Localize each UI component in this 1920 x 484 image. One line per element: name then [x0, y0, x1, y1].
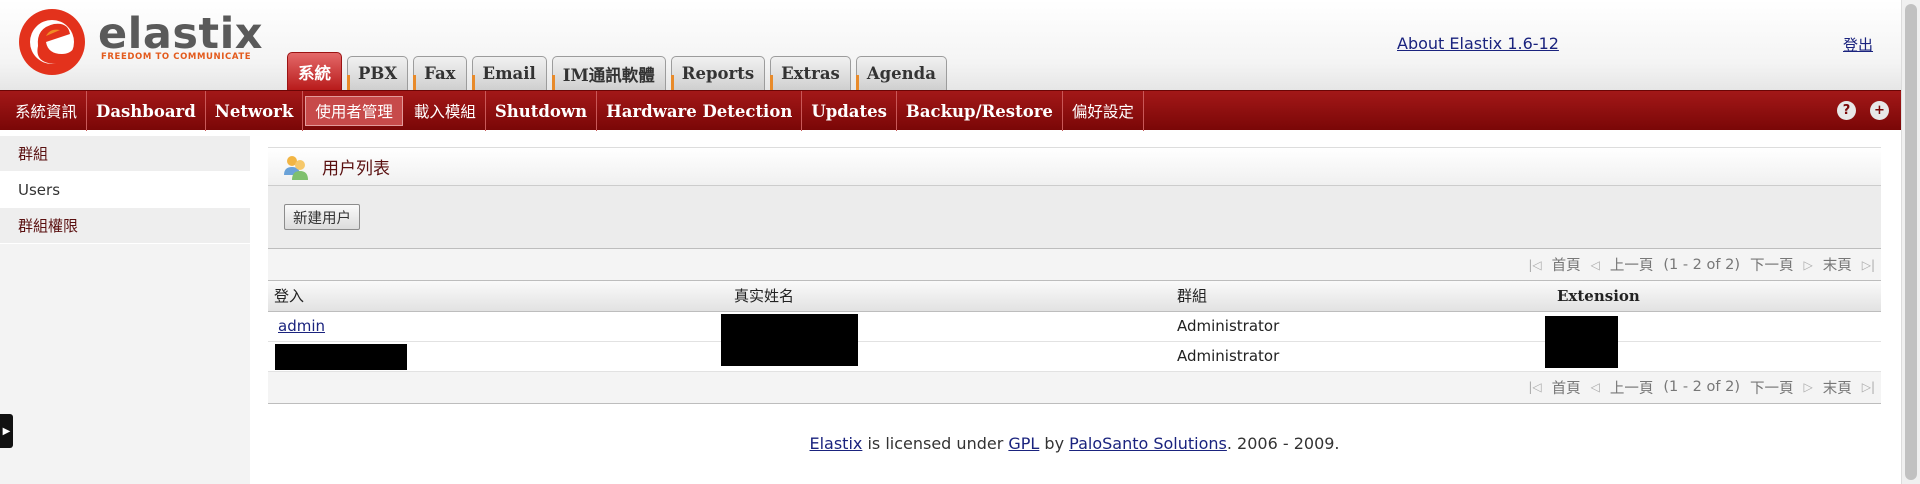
menu-icons: ? + — [1837, 101, 1889, 120]
palosanto-link[interactable]: PaloSanto Solutions — [1069, 434, 1227, 453]
users-table: 登入 真实姓名 群組 Extension admin Administrator… — [268, 281, 1881, 372]
cell-extension — [1545, 311, 1881, 342]
cell-group: Administrator — [1171, 341, 1551, 372]
page-title: 用户列表 — [322, 159, 390, 179]
toolbar: 新建用户 — [268, 185, 1881, 249]
header: elastix FREEDOM TO COMMUNICATE 系統 PBX Fa… — [0, 0, 1901, 91]
first-page-icon: |◁ — [1528, 257, 1542, 272]
footer: Elastix is licensed under GPL by PaloSan… — [268, 434, 1881, 453]
menu-item-dashboard[interactable]: Dashboard — [87, 91, 206, 131]
users-icon — [282, 153, 310, 181]
cell-group: Administrator — [1171, 311, 1551, 342]
pager-range: (1 - 2 of 2) — [1663, 379, 1740, 395]
menu-item-updates[interactable]: Updates — [802, 91, 897, 131]
menu-item-backup-restore[interactable]: Backup/Restore — [897, 91, 1063, 131]
first-page-icon: |◁ — [1528, 380, 1542, 394]
redacted-block — [1545, 337, 1618, 368]
column-header-extension[interactable]: Extension — [1551, 281, 1881, 312]
menu-bar: 系統資訊 Dashboard Network 使用者管理 載入模組 Shutdo… — [0, 90, 1901, 131]
cell-extension — [1545, 337, 1881, 372]
next-page-icon: ▷ — [1803, 257, 1813, 272]
elastix-logo[interactable]: elastix FREEDOM TO COMMUNICATE — [16, 2, 263, 82]
main-content: 用户列表 新建用户 |◁ 首頁 ◁ 上一頁 (1 - 2 of 2) 下一頁 ▷… — [268, 147, 1881, 404]
user-login-link[interactable]: admin — [274, 317, 325, 335]
pager-first[interactable]: 首頁 — [1552, 254, 1581, 275]
pager-prev[interactable]: 上一頁 — [1610, 254, 1654, 275]
tab-agenda[interactable]: Agenda — [855, 56, 947, 91]
logout-link[interactable]: 登出 — [1843, 34, 1873, 55]
tab-email[interactable]: Email — [471, 56, 547, 91]
sidebar-item-groups[interactable]: 群組 — [0, 136, 250, 172]
table-row: admin Administrator — [268, 311, 1881, 344]
about-link[interactable]: About Elastix 1.6-12 — [1397, 34, 1559, 53]
footer-text: . 2006 - 2009. — [1226, 434, 1340, 453]
help-icon[interactable]: ? — [1837, 101, 1856, 120]
cell-login: admin — [268, 311, 728, 342]
tab-fax[interactable]: Fax — [413, 56, 467, 91]
module-tabs: 系統 PBX Fax Email IM通訊軟體 Reports Extras A… — [287, 52, 952, 91]
tab-system[interactable]: 系統 — [287, 52, 342, 90]
footer-text: by — [1039, 434, 1070, 453]
sidebar-toggle-arrow-icon[interactable]: ▶ — [0, 414, 13, 448]
redacted-block — [721, 337, 858, 366]
scrollbar-thumb[interactable] — [1905, 4, 1917, 480]
new-user-button[interactable]: 新建用户 — [284, 204, 360, 230]
table-header-row: 登入 真实姓名 群組 Extension — [268, 281, 1881, 312]
submenu: 系統資訊 Dashboard Network 使用者管理 載入模組 Shutdo… — [0, 91, 1901, 131]
column-header-real-name[interactable]: 真实姓名 — [728, 281, 1171, 312]
menu-item-system-info[interactable]: 系統資訊 — [6, 91, 88, 131]
column-header-group[interactable]: 群組 — [1171, 281, 1551, 312]
prev-page-icon: ◁ — [1590, 257, 1600, 272]
menu-item-preferences[interactable]: 偏好設定 — [1063, 91, 1144, 131]
next-page-icon: ▷ — [1803, 380, 1813, 394]
logo-tagline: FREEDOM TO COMMUNICATE — [101, 52, 252, 62]
menu-item-load-module[interactable]: 載入模組 — [405, 91, 486, 131]
sidebar: 群組 Users 群組權限 — [0, 136, 250, 484]
pager-first[interactable]: 首頁 — [1552, 377, 1581, 398]
logo-name: elastix — [98, 9, 264, 59]
redacted-block — [275, 343, 407, 370]
cell-real-name — [721, 337, 1171, 372]
pager-bottom: |◁ 首頁 ◁ 上一頁 (1 - 2 of 2) 下一頁 ▷ 末頁 ▷| — [268, 371, 1881, 404]
cell-login — [268, 341, 728, 372]
pager-top: |◁ 首頁 ◁ 上一頁 (1 - 2 of 2) 下一頁 ▷ 末頁 ▷| — [268, 249, 1881, 281]
pager-next[interactable]: 下一頁 — [1750, 254, 1794, 275]
elastix-logo-mark — [19, 9, 85, 75]
tab-extras[interactable]: Extras — [770, 56, 851, 91]
footer-text: is licensed under — [862, 434, 1009, 453]
pager-last[interactable]: 末頁 — [1823, 254, 1852, 275]
sidebar-item-group-permissions[interactable]: 群組權限 — [0, 208, 250, 244]
table-row: Administrator — [268, 337, 1881, 372]
menu-item-network[interactable]: Network — [206, 91, 304, 131]
tab-reports[interactable]: Reports — [670, 56, 766, 91]
pager-prev[interactable]: 上一頁 — [1610, 377, 1654, 398]
page-header: 用户列表 — [268, 147, 1881, 185]
gpl-link[interactable]: GPL — [1008, 434, 1039, 453]
pager-last[interactable]: 末頁 — [1823, 377, 1852, 398]
elastix-link[interactable]: Elastix — [809, 434, 862, 453]
last-page-icon: ▷| — [1861, 380, 1875, 394]
prev-page-icon: ◁ — [1590, 380, 1600, 394]
tab-pbx[interactable]: PBX — [347, 56, 409, 91]
menu-item-user-management[interactable]: 使用者管理 — [305, 96, 403, 126]
pager-range: (1 - 2 of 2) — [1663, 256, 1740, 273]
pager-next[interactable]: 下一頁 — [1750, 377, 1794, 398]
column-header-login[interactable]: 登入 — [268, 281, 728, 312]
last-page-icon: ▷| — [1861, 257, 1875, 272]
sidebar-item-users[interactable]: Users — [0, 172, 250, 208]
add-icon[interactable]: + — [1870, 101, 1889, 120]
cell-real-name — [721, 311, 1171, 344]
tab-im[interactable]: IM通訊軟體 — [551, 56, 666, 91]
vertical-scrollbar[interactable] — [1901, 0, 1920, 484]
menu-item-shutdown[interactable]: Shutdown — [486, 91, 598, 131]
menu-item-hardware-detection[interactable]: Hardware Detection — [597, 91, 803, 131]
